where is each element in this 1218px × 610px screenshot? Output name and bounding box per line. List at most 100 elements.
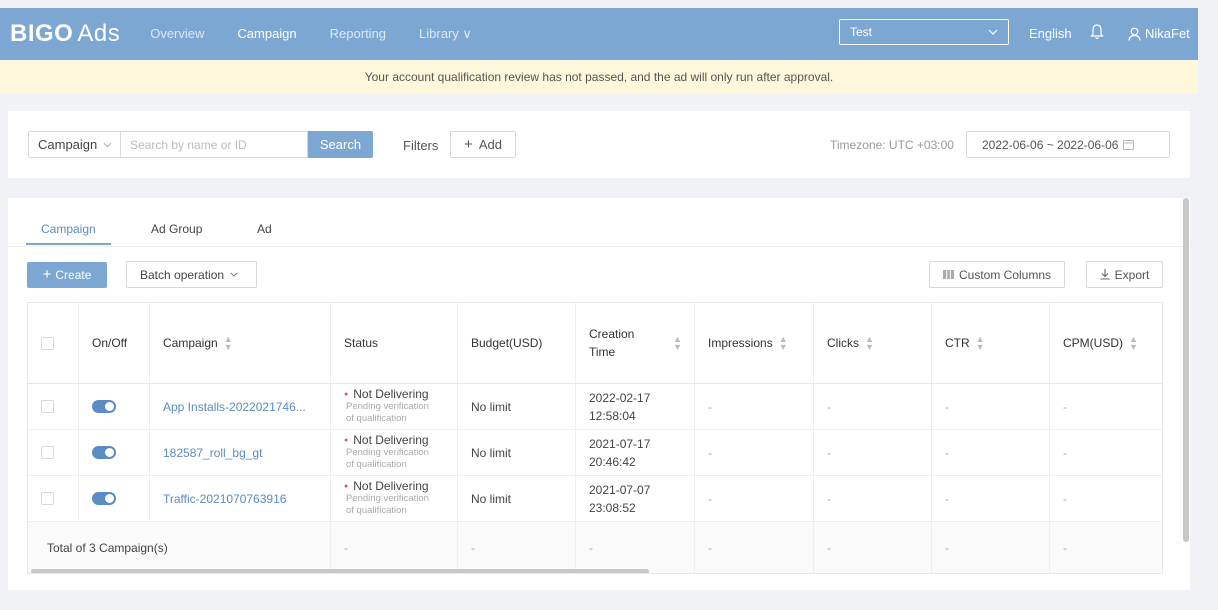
top-navigation-bar: BIGO Ads Overview Campaign Reporting Libr…	[0, 8, 1198, 60]
row-checkbox[interactable]	[41, 400, 54, 413]
tab-campaign[interactable]: Campaign	[41, 222, 96, 236]
footer-dash: -	[576, 522, 695, 573]
budget-cell: No limit	[458, 476, 576, 521]
chevron-down-icon	[103, 142, 112, 148]
column-header: Budget(USD)	[458, 303, 576, 383]
filters-label: Filters	[403, 138, 439, 153]
custom-columns-label: Custom Columns	[958, 267, 1052, 282]
creation-time-cell: 2022-02-17 12:58:04	[576, 384, 695, 429]
column-header-impressions[interactable]: Impressions ▲ ▼	[695, 303, 814, 383]
row-checkbox-cell	[28, 476, 79, 521]
logo-main-text: BIGO	[10, 20, 74, 47]
on-off-toggle[interactable]	[92, 446, 116, 459]
search-input[interactable]: Search by name or ID	[120, 131, 308, 158]
creation-clock: 12:58:04	[589, 408, 636, 423]
nav-campaign[interactable]: Campaign	[237, 26, 296, 42]
sort-icon[interactable]: ▲ ▼	[1129, 335, 1138, 352]
clicks-cell: -	[814, 384, 932, 429]
batch-operation-dropdown[interactable]: Batch operation	[126, 261, 257, 288]
language-switch[interactable]: English	[1029, 26, 1072, 41]
cpm-cell: -	[1063, 399, 1067, 414]
horizontal-scrollbar[interactable]	[31, 569, 649, 573]
vertical-scrollbar[interactable]	[1183, 198, 1189, 542]
creation-date: 2021-07-07	[589, 482, 651, 497]
total-count: Total of 3 Campaign(s)	[28, 522, 331, 573]
create-label: Create	[55, 268, 92, 282]
create-button[interactable]: + Create	[27, 262, 107, 288]
cpm-cell: -	[1063, 445, 1067, 460]
tab-ad[interactable]: Ad	[257, 222, 272, 236]
column-header-ctr[interactable]: CTR ▲ ▼	[932, 303, 1050, 383]
status-text: Not Delivering	[344, 434, 429, 447]
row-checkbox[interactable]	[41, 446, 54, 459]
nav-overview[interactable]: Overview	[150, 26, 204, 42]
table-footer: Total of 3 Campaign(s) - - - - - - -	[28, 522, 1162, 573]
sort-icon[interactable]: ▲ ▼	[976, 335, 985, 352]
sort-icon[interactable]: ▲ ▼	[673, 335, 682, 352]
column-header-label: Creation Time	[589, 327, 635, 359]
toggle-cell	[79, 430, 150, 475]
column-header-campaign[interactable]: Campaign ▲ ▼	[150, 303, 331, 383]
on-off-toggle[interactable]	[92, 492, 116, 505]
user-menu[interactable]: NikaFet	[1128, 26, 1190, 41]
sort-icon[interactable]: ▲ ▼	[865, 335, 874, 352]
status-cell: Not DeliveringPending verificationof qua…	[331, 430, 458, 475]
on-off-toggle[interactable]	[92, 400, 116, 413]
table-row: App Installs-2022021746... Not Deliverin…	[28, 384, 1162, 430]
export-label: Export	[1114, 267, 1150, 282]
creation-clock: 20:46:42	[589, 454, 636, 469]
cpm-cell: -	[1063, 491, 1067, 506]
search-type-select[interactable]: Campaign	[28, 131, 120, 158]
footer-dash: -	[695, 522, 814, 573]
nav-reporting[interactable]: Reporting	[330, 26, 386, 42]
table-row: 182587_roll_bg_gt Not DeliveringPending …	[28, 430, 1162, 476]
qualification-notice: Your account qualification review has no…	[0, 60, 1198, 94]
status-sub-text: of qualification	[346, 413, 407, 424]
add-filter-button[interactable]: + Add	[450, 131, 516, 158]
creation-date: 2021-07-17	[589, 436, 651, 451]
account-select[interactable]: Test	[839, 19, 1009, 45]
column-header-cpm[interactable]: CPM(USD) ▲ ▼	[1050, 303, 1162, 383]
row-checkbox[interactable]	[41, 492, 54, 505]
timezone-label: Timezone: UTC +03:00	[830, 138, 954, 152]
custom-columns-button[interactable]: Custom Columns	[929, 261, 1065, 288]
column-header-label: Campaign	[163, 336, 218, 350]
date-range-value: 2022-06-06 ~ 2022-06-06	[982, 137, 1119, 152]
bell-icon[interactable]	[1090, 24, 1104, 40]
search-type-value: Campaign	[38, 137, 98, 152]
calendar-icon	[1123, 140, 1135, 150]
search-button[interactable]: Search	[308, 131, 373, 158]
plus-icon: +	[42, 266, 52, 283]
table-row: Traffic-2021070763916 Not DeliveringPend…	[28, 476, 1162, 522]
campaign-name-link[interactable]: Traffic-2021070763916	[150, 476, 331, 521]
status-sub-text: of qualification	[346, 459, 407, 470]
date-range-picker[interactable]: 2022-06-06 ~ 2022-06-06	[966, 131, 1170, 158]
column-header-label: Impressions	[708, 336, 773, 350]
column-header: On/Off	[79, 303, 150, 383]
budget-cell: No limit	[458, 384, 576, 429]
column-header-label: Clicks	[827, 336, 859, 350]
column-header-label: CPM(USD)	[1063, 336, 1123, 350]
campaign-name-link[interactable]: App Installs-2022021746...	[150, 384, 331, 429]
sort-icon[interactable]: ▲ ▼	[224, 335, 233, 352]
column-header-clicks[interactable]: Clicks ▲ ▼	[814, 303, 932, 383]
creation-time-cell: 2021-07-07 23:08:52	[576, 476, 695, 521]
status-sub-text: Pending verification	[346, 493, 429, 504]
impressions-cell: -	[695, 476, 814, 521]
status-text: Not Delivering	[344, 388, 429, 401]
sort-icon[interactable]: ▲ ▼	[779, 335, 788, 352]
export-button[interactable]: Export	[1086, 261, 1163, 288]
tab-ad-group[interactable]: Ad Group	[151, 222, 202, 236]
row-checkbox-cell	[28, 430, 79, 475]
status-cell: Not DeliveringPending verificationof qua…	[331, 476, 458, 521]
toggle-cell	[79, 476, 150, 521]
status-sub-text: Pending verification	[346, 401, 429, 412]
nav-library[interactable]: Library ∨	[419, 26, 472, 42]
plus-icon: +	[464, 135, 473, 153]
bigo-ads-logo[interactable]: BIGO Ads	[10, 20, 120, 48]
column-header-creation-time[interactable]: Creation Time ▲ ▼	[576, 303, 695, 383]
user-name: NikaFet	[1145, 26, 1190, 41]
footer-dash: -	[458, 522, 576, 573]
campaign-name-link[interactable]: 182587_roll_bg_gt	[150, 430, 331, 475]
select-all-checkbox[interactable]	[41, 336, 54, 350]
